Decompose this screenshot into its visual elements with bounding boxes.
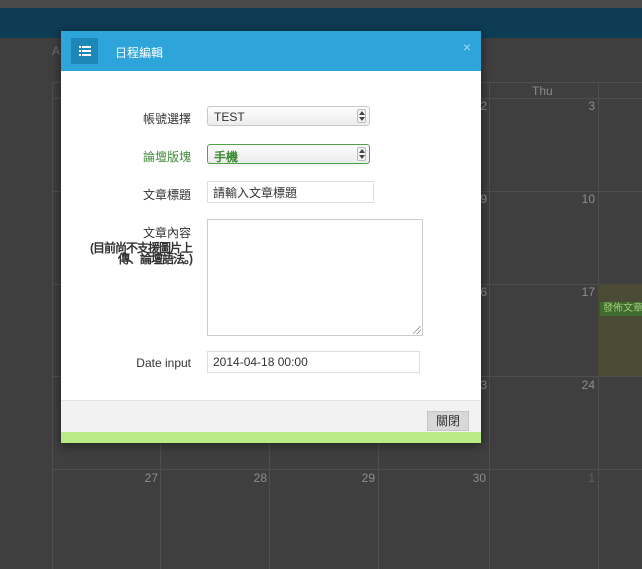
day-number[interactable]: 10	[565, 192, 595, 206]
dialog-footer: 關閉	[61, 400, 481, 433]
board-select-value: 手機	[214, 150, 239, 164]
dialog-header: 日程編輯 ×	[61, 31, 481, 71]
subject-input[interactable]	[207, 181, 374, 203]
day-number[interactable]: 27	[128, 471, 158, 485]
calendar-header-text: A	[52, 44, 61, 58]
content-note: (目前尚不支援圖片上傳、論壇語法。)	[90, 241, 193, 266]
date-label: Date input	[136, 356, 191, 370]
close-button[interactable]: 關閉	[427, 411, 469, 431]
close-icon[interactable]: ×	[463, 39, 471, 55]
day-number[interactable]: 30	[456, 471, 486, 485]
content-textarea[interactable]	[207, 219, 423, 336]
select-arrows-icon	[357, 147, 366, 161]
account-select[interactable]: TEST	[207, 106, 370, 126]
content-label: 文章內容	[142, 226, 191, 240]
subject-label: 文章標題	[142, 188, 191, 202]
account-select-value: TEST	[214, 110, 245, 124]
day-number[interactable]: 24	[565, 378, 595, 392]
calendar-event[interactable]: 發佈文章	[600, 302, 642, 316]
day-number[interactable]: 1	[565, 471, 595, 485]
list-icon	[71, 38, 98, 64]
grid-line	[52, 82, 53, 569]
account-label: 帳號選擇	[142, 112, 191, 126]
board-select[interactable]: 手機	[207, 144, 370, 164]
day-number[interactable]: 29	[345, 471, 375, 485]
grid-line	[52, 469, 642, 470]
dialog-title: 日程編輯	[115, 46, 164, 60]
day-number[interactable]: 3	[565, 99, 595, 113]
select-arrows-icon	[357, 109, 366, 123]
top-strip	[0, 0, 642, 8]
date-input[interactable]	[207, 351, 420, 373]
board-label: 論壇版塊	[142, 150, 191, 164]
grid-line	[489, 82, 490, 569]
day-number[interactable]: 17	[565, 285, 595, 299]
progress-bar	[61, 432, 481, 443]
schedule-edit-dialog: 日程編輯 × 帳號選擇 TEST 論壇版塊 手機 文章標題 文章內容 (目前尚不…	[61, 31, 481, 443]
today-cell	[598, 284, 642, 376]
day-number[interactable]: 28	[237, 471, 267, 485]
resize-grip-icon[interactable]	[413, 326, 421, 334]
day-name-thu: Thu	[532, 84, 553, 98]
